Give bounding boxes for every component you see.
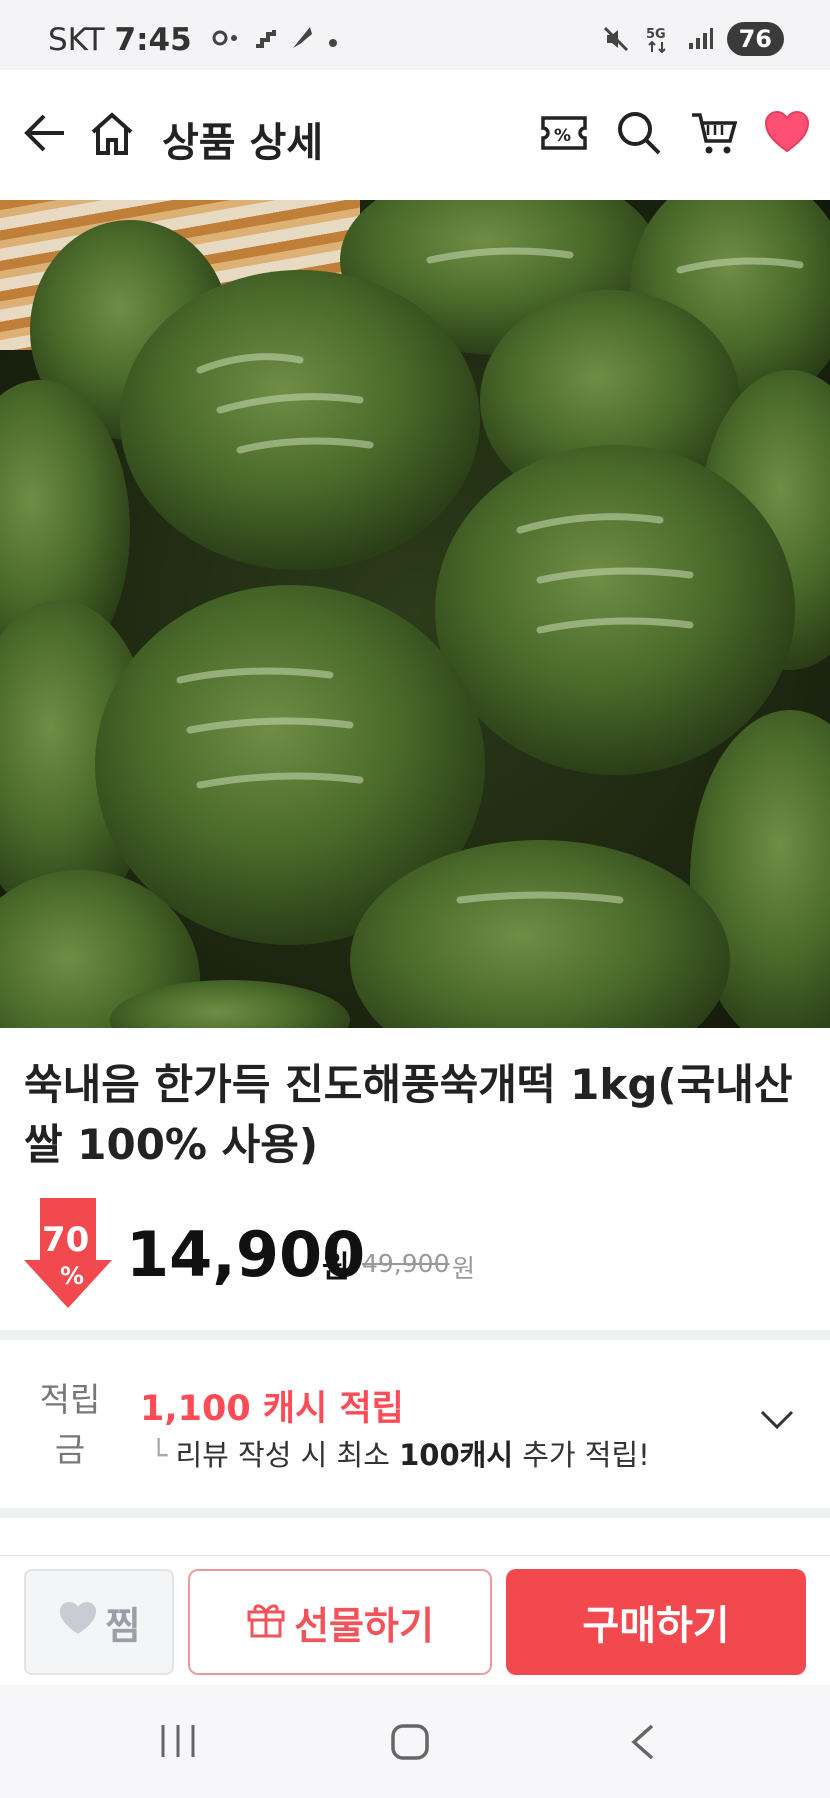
status-bar: SKT 7:45 5G 76 — [0, 0, 830, 70]
mute-icon — [603, 26, 629, 52]
cart-icon[interactable] — [690, 110, 738, 160]
carrier-label: SKT — [48, 22, 105, 58]
indent-marker: └ — [150, 1438, 168, 1472]
gift-icon — [246, 1598, 286, 1647]
home-button-icon[interactable] — [390, 1723, 430, 1765]
chevron-down-icon[interactable] — [760, 1410, 794, 1434]
section-divider — [0, 1330, 830, 1340]
points-review-note: └ 리뷰 작성 시 최소 100캐시 추가 적립! — [150, 1432, 650, 1474]
back-nav-icon[interactable] — [628, 1723, 658, 1765]
link-icon — [212, 26, 240, 54]
gift-button[interactable]: 선물하기 — [188, 1569, 492, 1675]
search-icon[interactable] — [616, 110, 662, 160]
status-left: SKT 7:45 — [48, 22, 338, 58]
network-icon: 5G — [643, 24, 673, 54]
back-arrow-icon[interactable] — [22, 110, 68, 160]
points-label: 적립금 — [39, 1380, 101, 1469]
wish-button[interactable]: 찜 — [24, 1569, 174, 1675]
discount-badge: 70 % — [24, 1198, 112, 1308]
dot-icon — [328, 26, 338, 54]
clock: 7:45 — [114, 22, 192, 58]
product-image[interactable] — [0, 200, 830, 1028]
notification-icons — [212, 24, 338, 56]
section-divider — [0, 1508, 830, 1518]
stairs-icon — [254, 26, 276, 54]
page-title: 상품 상세 — [162, 120, 324, 166]
rice-cakes-illustration — [0, 200, 830, 1028]
svg-text:5G: 5G — [646, 27, 666, 42]
wish-label: 찜 — [105, 1603, 141, 1648]
product-title: 쑥내음 한가득 진도해풍쑥개떡 1kg(국내산 쌀 100% 사용) — [24, 1060, 793, 1169]
discount-rate: 70 — [42, 1220, 90, 1260]
signal-icon — [687, 27, 713, 51]
points-amount: 1,100 캐시 적립 — [140, 1389, 404, 1429]
battery-badge: 76 — [726, 22, 784, 56]
points-note-after: 추가 적립! — [513, 1438, 650, 1472]
heart-outline-icon — [58, 1600, 98, 1645]
sale-price-unit: 원 — [322, 1250, 350, 1285]
home-icon[interactable] — [88, 110, 136, 162]
points-note-before: 리뷰 작성 시 최소 — [175, 1438, 400, 1472]
system-nav-bar — [0, 1685, 830, 1798]
points-note-bold: 100캐시 — [399, 1438, 514, 1472]
app-header: 상품 상세 % — [0, 70, 830, 200]
original-price-unit: 원 — [452, 1254, 476, 1283]
gift-label: 선물하기 — [294, 1603, 434, 1648]
buy-button[interactable]: 구매하기 — [506, 1569, 806, 1675]
heart-icon[interactable] — [764, 110, 810, 158]
coupon-icon[interactable]: % — [540, 110, 588, 160]
discount-percent-sign: % — [60, 1262, 85, 1290]
status-right: 5G 76 — [603, 22, 784, 56]
recent-apps-icon[interactable] — [158, 1723, 198, 1763]
feather-icon — [290, 24, 314, 56]
original-price: 49,900 — [362, 1249, 450, 1278]
svg-text:%: % — [554, 126, 571, 146]
action-bar: 찜 선물하기 구매하기 — [0, 1555, 830, 1685]
